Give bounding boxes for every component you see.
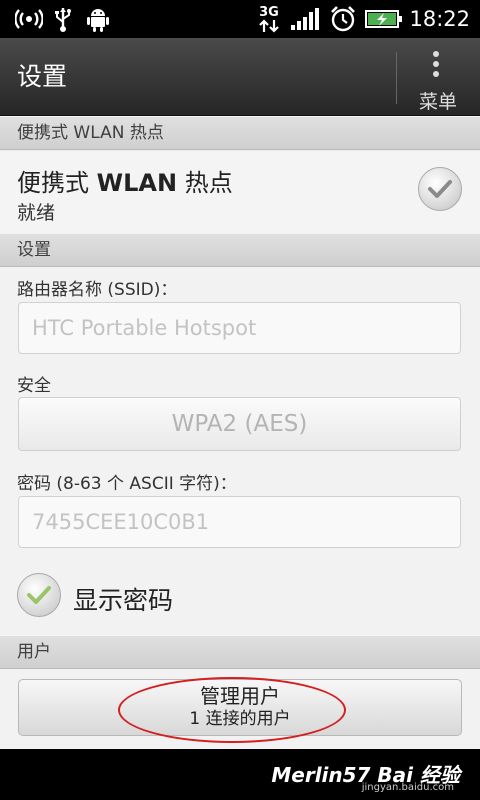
network-type-label: 3G: [259, 4, 279, 20]
section-header-users: 用户: [0, 635, 480, 669]
show-password-checkbox[interactable]: [17, 573, 61, 617]
menu-button[interactable]: 菜单: [398, 38, 480, 116]
hotspot-title-suffix: 热点: [177, 169, 233, 197]
android-debug-icon: [86, 0, 110, 38]
section-header-hotspot: 便携式 WLAN 热点: [0, 116, 480, 150]
ssid-input[interactable]: HTC Portable Hotspot: [18, 302, 461, 354]
security-select[interactable]: WPA2 (AES): [18, 397, 461, 451]
hotspot-checkbox[interactable]: [418, 167, 462, 211]
hotspot-toggle-row[interactable]: 便携式 WLAN 热点 就绪: [0, 151, 480, 233]
overflow-menu-icon: [433, 51, 441, 81]
alarm-icon: [328, 0, 358, 38]
menu-label: 菜单: [418, 91, 457, 113]
manage-users-title: 管理用户: [200, 684, 280, 708]
ssid-label: 路由器名称 (SSID)：: [17, 280, 178, 300]
hotspot-title-bold: WLAN: [96, 169, 178, 197]
status-time: 18:22: [409, 7, 470, 31]
manage-users-button[interactable]: 管理用户 1 连接的用户: [18, 679, 462, 736]
hotspot-title-prefix: 便携式: [17, 169, 97, 197]
watermark-url: jingyan.baidu.com: [361, 782, 454, 793]
hotspot-status: 就绪: [17, 202, 56, 224]
checkmark-icon: [428, 180, 452, 198]
show-password-label[interactable]: 显示密码: [73, 581, 173, 617]
manage-users-subtitle: 1 连接的用户: [189, 709, 291, 729]
battery-charging-icon: [364, 0, 404, 38]
password-input[interactable]: 7455CEE10C0B1: [18, 496, 461, 548]
bottom-bar: Merlin57 Bai 经验 jingyan.baidu.com: [0, 749, 480, 800]
section-header-settings: 设置: [0, 233, 480, 267]
password-label: 密码 (8-63 个 ASCII 字符)：: [17, 474, 237, 494]
network-3g-icon: 3G: [256, 0, 282, 38]
wifi-hotspot-icon: [14, 0, 44, 38]
hotspot-title: 便携式 WLAN 热点: [17, 163, 233, 198]
usb-icon: [52, 0, 74, 38]
status-bar: 3G 18:22: [0, 0, 480, 38]
checkmark-icon: [27, 586, 51, 604]
signal-icon: [289, 0, 321, 38]
title-divider: [396, 52, 397, 104]
page-title: 设置: [17, 62, 68, 91]
title-bar: 设置 菜单: [0, 38, 480, 116]
security-label: 安全: [17, 376, 51, 396]
